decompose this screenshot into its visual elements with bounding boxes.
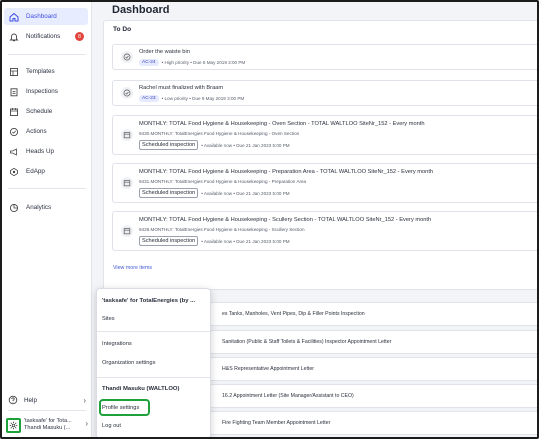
chevron-right-icon: ›: [83, 395, 86, 405]
sidebar-item-label: Notifications: [26, 33, 61, 40]
task-title: Order the waiste bin: [139, 49, 190, 55]
task-subtitle: 9428.MONTHLY: TotalEnergies Food Hygiene…: [139, 227, 305, 232]
check-circle-icon: [8, 126, 20, 138]
home-icon: [8, 11, 20, 23]
menu-divider: [97, 377, 210, 378]
megaphone-icon: [8, 146, 20, 158]
calendar-icon: [8, 106, 20, 118]
sidebar-divider: [8, 188, 86, 189]
account-org-label: 'tasksafe' for Tota...: [24, 418, 72, 424]
task-meta: • Available now • Due 21 Jan 2023 5:00 P…: [201, 190, 290, 196]
sidebar-item-label: Schedule: [26, 108, 53, 115]
action-id-pill: AC-23: [139, 95, 159, 102]
menu-item-integrations[interactable]: Integrations: [102, 341, 132, 347]
task-item[interactable]: Rachel must finalized with Braam AC-23 •…: [112, 80, 537, 106]
list-item-label: Sanitation (Public & Staff Toilets & Fac…: [222, 339, 392, 345]
sidebar-item-label: Analytics: [26, 204, 52, 211]
task-item[interactable]: MONTHLY: TOTAL Food Hygiene & Housekeepi…: [112, 163, 537, 203]
popup-org-name: 'tasksafe' for TotalEnergies (by ...: [102, 298, 196, 304]
help-label: Help: [24, 396, 37, 404]
task-title: Rachel must finalized with Braam: [139, 85, 224, 91]
analytics-icon: [8, 202, 20, 214]
edapp-icon: [8, 166, 20, 178]
account-user-label: Thandi Masuku (...: [24, 425, 71, 431]
task-title: MONTHLY: TOTAL Food Hygiene & Housekeepi…: [139, 169, 434, 175]
sidebar: Dashboard Notifications 8 Templates Insp…: [2, 2, 92, 437]
help-icon: [8, 395, 18, 405]
sidebar-item-inspections[interactable]: Inspections: [4, 83, 88, 100]
task-meta: • Available now • Due 21 Jan 2023 5:00 P…: [201, 238, 290, 244]
chevron-right-icon: ›: [85, 419, 88, 428]
calendar-icon: [121, 177, 133, 189]
popup-user-name: Thandi Masuku (WALTLOO): [102, 386, 180, 392]
calendar-icon: [121, 129, 133, 141]
view-more-link[interactable]: View more items: [113, 265, 152, 271]
gear-icon: [6, 417, 21, 433]
help-menu[interactable]: Help ›: [8, 393, 88, 407]
notification-count-badge: 8: [75, 32, 84, 41]
menu-item-profile-settings[interactable]: Profile settings: [102, 405, 139, 411]
sidebar-item-edapp[interactable]: EdApp: [4, 163, 88, 180]
clipboard-icon: [8, 86, 20, 98]
menu-item-log-out[interactable]: Log out: [102, 423, 121, 429]
bell-icon: [8, 31, 20, 43]
sidebar-item-label: Dashboard: [26, 13, 57, 20]
sidebar-item-analytics[interactable]: Analytics: [4, 199, 88, 216]
list-item-label: Fire Fighting Team Member Appointment Le…: [222, 420, 331, 426]
task-title: MONTHLY: TOTAL Food Hygiene & Housekeepi…: [139, 217, 432, 223]
task-item[interactable]: Order the waiste bin AC-24 • High priori…: [112, 44, 537, 70]
sidebar-divider: [8, 410, 86, 411]
sidebar-item-dashboard[interactable]: Dashboard: [4, 8, 88, 25]
list-item-label: H&S Representative Appointment Letter: [222, 366, 314, 372]
scheduled-inspection-tag: Scheduled inspection: [139, 188, 199, 198]
menu-item-sites[interactable]: Sites: [102, 316, 115, 322]
sidebar-item-heads-up[interactable]: Heads Up: [4, 143, 88, 160]
menu-divider: [97, 331, 210, 332]
sidebar-item-label: Heads Up: [26, 148, 55, 155]
sidebar-item-label: Inspections: [26, 88, 58, 95]
todo-card: To Do Order the waiste bin AC-24 • High …: [103, 20, 537, 290]
sidebar-item-label: Templates: [26, 68, 55, 75]
sidebar-item-notifications[interactable]: Notifications 8: [4, 28, 88, 45]
account-popup-menu: 'tasksafe' for TotalEnergies (by ... Sit…: [96, 288, 211, 437]
list-item-label: 16.2 Appointment Letter (Site Manager/As…: [222, 393, 354, 399]
sidebar-item-templates[interactable]: Templates: [4, 63, 88, 80]
menu-item-organization-settings[interactable]: Organization settings: [102, 360, 155, 366]
task-meta: • Available now • Due 21 Jan 2023 5:00 P…: [201, 142, 290, 148]
task-item[interactable]: MONTHLY: TOTAL Food Hygiene & Housekeepi…: [112, 211, 537, 251]
sidebar-item-label: EdApp: [26, 168, 45, 175]
templates-icon: [8, 66, 20, 78]
account-menu-button[interactable]: 'tasksafe' for Tota... Thandi Masuku (..…: [6, 414, 90, 436]
app-window: Dashboard Notifications 8 Templates Insp…: [0, 0, 539, 439]
scheduled-inspection-tag: Scheduled inspection: [139, 236, 199, 246]
task-title: MONTHLY: TOTAL Food Hygiene & Housekeepi…: [139, 121, 425, 127]
sidebar-item-actions[interactable]: Actions: [4, 123, 88, 140]
todo-section-title: To Do: [113, 26, 132, 33]
calendar-icon: [121, 225, 133, 237]
sidebar-item-label: Actions: [26, 128, 47, 135]
scheduled-inspection-tag: Scheduled inspection: [139, 140, 199, 150]
sidebar-divider: [8, 54, 86, 55]
task-subtitle: 9430.MONTHLY: TotalEnergies Food Hygiene…: [139, 131, 300, 136]
sidebar-item-schedule[interactable]: Schedule: [4, 103, 88, 120]
task-subtitle: 9431.MONTHLY: TotalEnergies Food Hygiene…: [139, 179, 307, 184]
check-circle-icon: [121, 87, 133, 99]
task-meta: • Low priority • Due 9 May 2019 3:00 PM: [161, 96, 245, 101]
task-meta: • High priority • Due 8 May 2019 3:00 PM: [161, 60, 246, 65]
page-title: Dashboard: [112, 4, 170, 16]
task-item[interactable]: MONTHLY: TOTAL Food Hygiene & Housekeepi…: [112, 115, 537, 155]
list-item-label: es Tanks, Manholes, Vent Pipes, Dip & Fi…: [222, 311, 365, 317]
check-circle-icon: [121, 51, 133, 63]
action-id-pill: AC-24: [139, 59, 159, 66]
